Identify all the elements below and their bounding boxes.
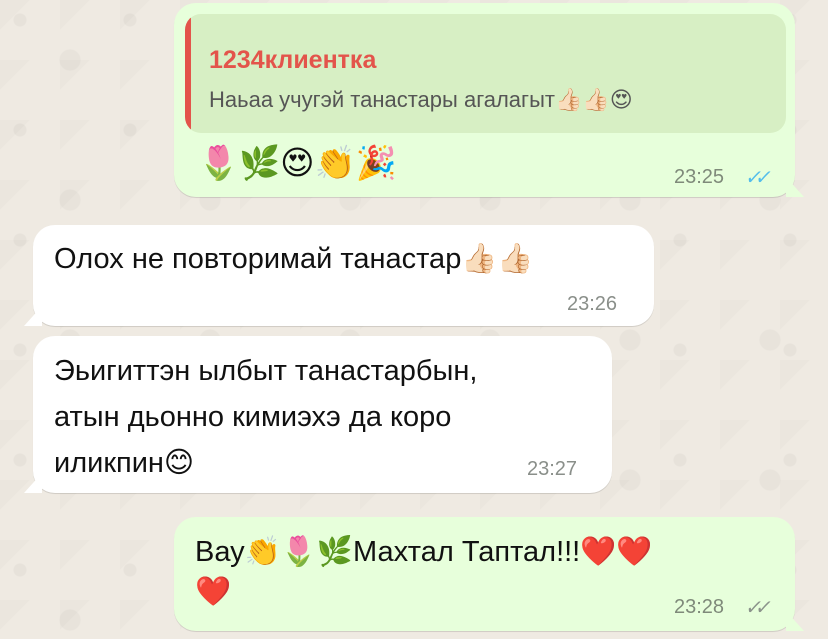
reply-text: Наьаа учугэй танастары агалагыт👍🏻👍🏻😍 [209, 87, 633, 112]
message-bubble-outgoing-2[interactable]: Вау👏🌷🌿Махтал Таптал!!!❤️❤️ ❤️ 23:28 ✓✓ [174, 517, 795, 631]
message-text: Олох не повторимай танастар👍🏻👍🏻 [54, 243, 534, 275]
message-bubble-incoming-1[interactable]: Олох не повторимай танастар👍🏻👍🏻 23:26 [33, 225, 654, 326]
double-check-read-icon: ✓✓ [743, 167, 768, 189]
message-line-1: Вау👏🌷🌿Махтал Таптал!!!❤️❤️ [195, 536, 653, 568]
message-time: 23:26 [567, 293, 618, 315]
message-line-1: Эьигиттэн ылбыт танастарбын, [54, 355, 478, 387]
reply-author: 1234клиентка [209, 46, 377, 74]
message-line-2: атын дьонно кимиэхэ да коро [54, 401, 452, 433]
message-bubble-outgoing-1[interactable]: 1234клиентка Наьаа учугэй танастары агал… [174, 3, 795, 197]
message-bubble-incoming-2[interactable]: Эьигиттэн ылбыт танастарбын, атын дьонно… [33, 336, 612, 493]
double-check-delivered-icon: ✓✓ [743, 597, 768, 619]
quoted-reply[interactable]: 1234клиентка Наьаа учугэй танастары агал… [185, 14, 786, 133]
message-time: 23:28 [674, 596, 725, 618]
message-line-2: ❤️ [195, 576, 232, 608]
reply-accent-bar [185, 14, 191, 133]
message-time: 23:25 [674, 166, 725, 188]
message-line-3: иликпин😊 [54, 447, 195, 479]
message-text: 🌷🌿😍👏🎉 [198, 144, 397, 181]
message-time: 23:27 [527, 458, 578, 480]
